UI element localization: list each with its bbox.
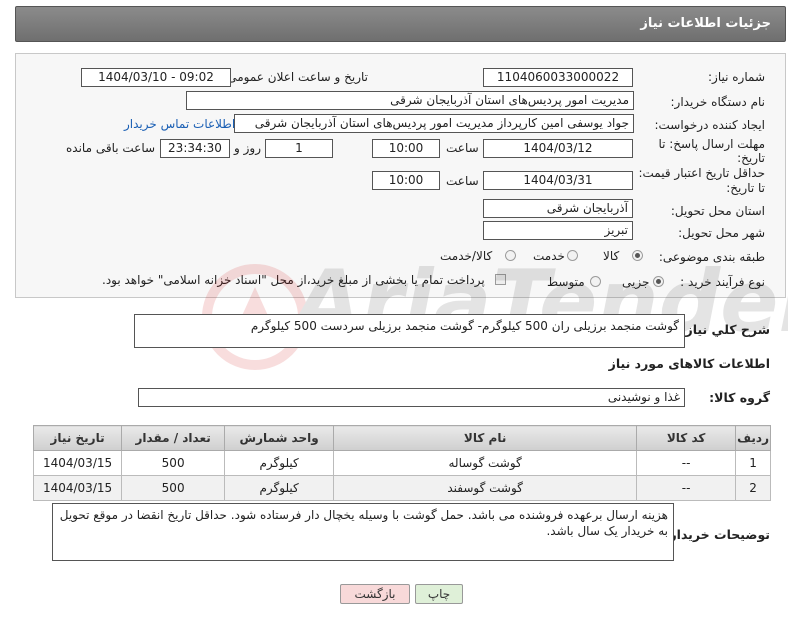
goods-section-title: اطلاعات کالاهای مورد نیاز [608,356,770,371]
summary-textarea[interactable]: گوشت منجمد برزیلی ران 500 کیلوگرم- گوشت … [134,314,685,348]
deadline-time-label: ساعت [446,141,479,155]
remaining-time-field: 23:34:30 [160,139,230,158]
process-medium-radio[interactable] [590,276,601,287]
category-goods-label: کالا [603,249,620,263]
need-number-field: 1104060033000022 [483,68,633,87]
need-number-label: شماره نیاز: [708,70,765,84]
col-code: کد کالا [636,425,737,451]
deadline-label-2: تاریخ: [737,151,765,165]
col-quantity: تعداد / مقدار [121,425,226,451]
goods-group-field: غذا و نوشیدنی [138,388,685,407]
row-date: 1404/03/15 [32,450,123,476]
row-name: گوشت گوساله [333,450,638,476]
treasury-payment-note: پرداخت تمام یا بخشی از مبلغ خرید،از محل … [102,273,485,287]
announce-datetime-label: تاریخ و ساعت اعلان عمومی: [223,70,368,84]
row-unit: کیلوگرم [224,475,335,501]
row-number: 1 [735,450,771,476]
buyer-contact-link[interactable]: اطلاعات تماس خریدار [124,117,235,131]
process-medium-label: متوسط [547,275,585,289]
row-code: -- [636,450,737,476]
price-validity-label-2: تا تاریخ: [726,181,765,195]
category-both-label: کالا/خدمت [440,249,493,263]
category-both-radio[interactable] [505,250,516,261]
process-minor-label: جزیی [622,275,650,289]
row-code: -- [636,475,737,501]
buyer-notes-textarea[interactable]: هزینه ارسال برعهده فروشنده می باشد. حمل … [52,503,674,561]
province-label: استان محل تحویل: [670,204,765,218]
row-number: 2 [735,475,771,501]
table-row: 1 -- گوشت گوساله کیلوگرم 500 1404/03/15 [32,450,771,476]
col-date: تاریخ نیاز [32,425,123,451]
category-service-radio[interactable] [567,250,578,261]
deadline-time-field: 10:00 [372,139,440,158]
process-minor-radio[interactable] [653,276,664,287]
row-quantity: 500 [121,450,226,476]
city-label: شهر محل تحویل: [678,226,765,240]
remaining-time-label: ساعت باقی مانده [66,141,156,155]
row-quantity: 500 [121,475,226,501]
page-title: جزئیات اطلاعات نیاز [640,16,771,31]
summary-label: شرح كلي نياز: [680,322,770,337]
print-button[interactable]: چاپ [415,584,463,604]
treasury-payment-checkbox[interactable] [495,274,506,285]
price-validity-label: حداقل تاریخ اعتبار قیمت: [638,166,765,180]
goods-table-header: ردیف کد کالا نام کالا واحد شمارش تعداد /… [32,425,771,451]
remaining-days-field: 1 [265,139,333,158]
validity-date-field: 1404/03/31 [483,171,633,190]
creator-field: جواد یوسفی امین کارپرداز مدیریت امور پرد… [234,114,634,133]
buyer-field: مدیریت امور پردیس‌های استان آذربایجان شر… [186,91,634,110]
goods-table: ردیف کد کالا نام کالا واحد شمارش تعداد /… [32,425,771,501]
category-service-label: خدمت [533,249,565,263]
validity-time-label: ساعت [446,174,479,188]
city-field: تبریز [483,221,633,240]
creator-label: ایجاد کننده درخواست: [654,118,765,132]
back-button[interactable]: بازگشت [340,584,410,604]
col-row: ردیف [735,425,771,451]
page-header: جزئیات اطلاعات نیاز [15,6,786,42]
deadline-label: مهلت ارسال پاسخ: تا [658,137,765,151]
row-unit: کیلوگرم [224,450,335,476]
buyer-notes-text: هزینه ارسال برعهده فروشنده می باشد. حمل … [59,508,668,538]
days-label: روز و [234,141,261,155]
buyer-label: نام دستگاه خریدار: [670,95,766,109]
summary-text: گوشت منجمد برزیلی ران 500 کیلوگرم- گوشت … [250,319,679,333]
category-label: طبقه بندی موضوعی: [658,250,765,264]
province-field: آذربایجان شرقی [483,199,633,218]
validity-time-field: 10:00 [372,171,440,190]
deadline-date-field: 1404/03/12 [483,139,633,158]
goods-group-label: گروه کالا: [709,390,770,405]
process-label: نوع فرآیند خرید : [680,275,765,289]
buyer-notes-label: توضیحات خریدار: [664,527,770,542]
row-name: گوشت گوسفند [333,475,638,501]
col-name: نام کالا [333,425,638,451]
table-row: 2 -- گوشت گوسفند کیلوگرم 500 1404/03/15 [32,475,771,501]
row-date: 1404/03/15 [32,475,123,501]
category-goods-radio[interactable] [632,250,643,261]
announce-datetime-field: 1404/03/10 - 09:02 [81,68,231,87]
col-unit: واحد شمارش [224,425,335,451]
